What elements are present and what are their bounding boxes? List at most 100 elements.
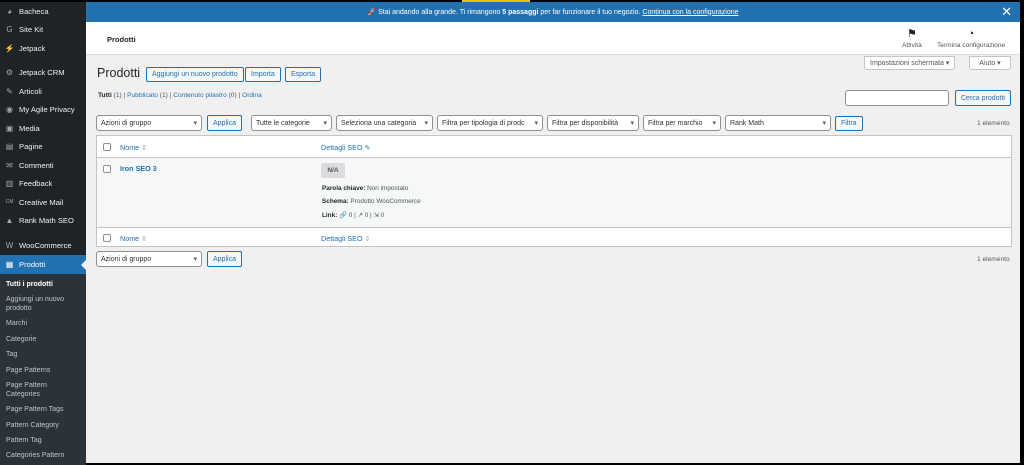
setup-notice: 🚀 Stai andando alla grande. Ti rimangono… [86, 2, 1020, 22]
sidebar-item-label: Creative Mail [19, 197, 64, 207]
sidebar-item-my-agile-privacy[interactable]: ◉ My Agile Privacy [0, 101, 86, 120]
add-new-product-button[interactable]: Aggiungi un nuovo prodotto [146, 67, 244, 82]
sidebar-item-jetpack[interactable]: ⚡ Jetpack [0, 39, 86, 58]
page-title: Prodotti [97, 66, 141, 80]
submenu-item-marchi[interactable]: Marchi [0, 316, 86, 331]
select-all-checkbox-footer[interactable] [103, 234, 111, 242]
finish-setup-button[interactable]: ◔ Termina configurazione [937, 28, 1005, 49]
submenu-item-tutti-i-prodotti[interactable]: Tutti i prodotti [0, 277, 86, 292]
brand-select[interactable]: Filtra per marchio ▾ [643, 115, 721, 131]
bulk-actions-select-bottom[interactable]: Azioni di gruppo ▾ [96, 251, 202, 267]
sidebar-item-label: Prodotti [19, 259, 46, 269]
column-name-footer[interactable]: Nome ⇕ [120, 234, 147, 243]
rankmath-icon: ▲ [5, 216, 14, 226]
apply-button[interactable]: Applica [207, 115, 242, 131]
product-name-link[interactable]: Iron SEO 3 [120, 164, 157, 173]
sidebar-item-label: Articoli [19, 86, 42, 96]
sidebar-item-label: Media [19, 123, 40, 133]
sidebar-item-site-kit[interactable]: G Site Kit [0, 21, 86, 40]
column-seo-footer[interactable]: Dettagli SEO ⇕ [321, 234, 370, 243]
column-seo-details[interactable]: Dettagli SEO ✎ [321, 143, 371, 152]
bulk-actions-select[interactable]: Azioni di gruppo ▾ [96, 115, 202, 131]
notice-text-after: per far funzionare il tuo negozio. [540, 8, 641, 16]
jetpack-icon: ⚡ [4, 43, 15, 53]
progress-circle-icon: ◔ [967, 28, 975, 40]
select-category-value: Seleziona una categoria [341, 119, 417, 127]
import-button[interactable]: Importa [245, 67, 281, 82]
sidebar-item-woocommerce[interactable]: W WooCommerce [0, 236, 86, 255]
table-footer: Nome ⇕ Dettagli SEO ⇕ [97, 228, 1011, 247]
sidebar-item-rank-math-seo[interactable]: ▲ Rank Math SEO [0, 212, 86, 231]
sidebar-item-commenti[interactable]: ✉ Commenti [0, 156, 86, 175]
stock-status-select[interactable]: Filtra per disponibilità ▾ [547, 115, 639, 131]
column-seo-label: Dettagli SEO [321, 143, 363, 152]
products-submenu: Tutti i prodotti Aggiungi un nuovo prodot… [0, 273, 86, 465]
chevron-down-icon: ▾ [822, 120, 826, 127]
apply-button-bottom[interactable]: Applica [207, 251, 242, 267]
sidebar-item-creative-mail[interactable]: CM Creative Mail [0, 193, 86, 212]
view-pillar-content[interactable]: Contenuto pilastro [173, 92, 227, 99]
sidebar-item-pagine[interactable]: ▤ Pagine [0, 138, 86, 157]
stock-status-value: Filtra per disponibilità [552, 119, 619, 127]
sidebar-item-jetpack-crm[interactable]: ⚙ Jetpack CRM [0, 64, 86, 83]
view-sort[interactable]: Ordina [242, 92, 262, 99]
sidebar-item-media[interactable]: ▣ Media [0, 119, 86, 138]
sidebar-item-label: Bacheca [19, 6, 49, 16]
page-icon: ▤ [5, 142, 14, 152]
sidebar-item-label: Site Kit [19, 25, 44, 35]
select-all-checkbox[interactable] [103, 143, 111, 151]
sort-icon: ⇕ [364, 236, 371, 243]
submenu-item-page-patterns[interactable]: Page Patterns [0, 362, 86, 377]
submenu-item-pattern-tag[interactable]: Pattern Tag [0, 433, 86, 448]
submenu-item-pattern-category[interactable]: Pattern Category [0, 418, 86, 433]
help-button[interactable]: Aiuto ▾ [969, 56, 1011, 70]
filter-button[interactable]: Filtra [835, 116, 863, 131]
media-icon: ▣ [5, 123, 14, 133]
column-name[interactable]: Nome ⇕ [120, 143, 147, 152]
view-all-count: (1) [113, 92, 122, 99]
creativemail-icon: CM [5, 199, 14, 206]
continue-setup-link[interactable]: Continua con la configurazione [642, 9, 738, 16]
sidebar-item-feedback[interactable]: ▥ Feedback [0, 175, 86, 194]
submenu-item-tag[interactable]: Tag [0, 347, 86, 362]
seo-score-badge: N/A [321, 163, 345, 178]
search-input[interactable] [845, 90, 949, 106]
pencil-icon[interactable]: ✎ [365, 143, 371, 152]
sidebar-item-label: Jetpack [19, 43, 46, 53]
focus-keyword: Parola chiave: Non impostato [322, 185, 408, 192]
sidebar-item-prodotti[interactable]: ▦ Prodotti [0, 254, 86, 274]
screen-options-button[interactable]: Impostazioni schermata ▾ [864, 56, 956, 70]
view-all[interactable]: Tutti [98, 92, 112, 99]
sort-icon: ⇕ [141, 236, 148, 243]
sidebar-item-label: Feedback [19, 179, 53, 189]
submenu-item-page-pattern-tags[interactable]: Page Pattern Tags [0, 402, 86, 417]
privacy-icon: ◉ [6, 105, 13, 115]
sidebar-item-bacheca[interactable]: ◕ Bacheca [0, 2, 86, 21]
activity-button[interactable]: ⚑ Attività [902, 28, 922, 49]
submenu-item-page-pattern-categories[interactable]: Page Pattern Categories [0, 378, 86, 402]
sidebar-item-articoli[interactable]: ✎ Articoli [0, 82, 86, 101]
category-select[interactable]: Tutte le categorie ▾ [251, 115, 332, 131]
search-products-button[interactable]: Cerca prodotti [955, 90, 1011, 106]
select-category-select[interactable]: Seleziona una categoria ▾ [336, 115, 433, 131]
submenu-item-categories-pattern[interactable]: Categories Pattern [0, 448, 86, 463]
product-type-select[interactable]: Filtra per tipologia di prodc ▾ [437, 115, 543, 131]
incoming-link-count: 0 [380, 212, 385, 219]
row-checkbox[interactable] [103, 165, 111, 173]
rank-math-select[interactable]: Rank Math ▾ [725, 115, 831, 131]
schema-label: Schema: [322, 198, 349, 205]
link-counts: Link: 🔗 0 | ↗ 0 | ⇲ 0 [322, 212, 385, 219]
separator: | [238, 92, 241, 99]
dashboard-icon: ◕ [7, 6, 12, 16]
bulk-actions-bottom-value: Azioni di gruppo [101, 255, 152, 263]
export-button[interactable]: Esporta [285, 67, 322, 82]
chevron-down-icon: ▾ [630, 120, 634, 127]
submenu-item-aggiungi-un-nuovo-prodotto[interactable]: Aggiungi un nuovo prodotto [0, 292, 86, 316]
sidebar-item-label: Pagine [19, 142, 43, 152]
close-icon[interactable]: ✕ [1001, 5, 1012, 18]
sidebar-item-label: Rank Math SEO [19, 216, 74, 226]
products-icon: ▦ [5, 259, 14, 269]
focus-keyword-label: Parola chiave: [322, 185, 366, 192]
submenu-item-categorie[interactable]: Categorie [0, 332, 86, 347]
view-published[interactable]: Pubblicato [127, 92, 158, 99]
